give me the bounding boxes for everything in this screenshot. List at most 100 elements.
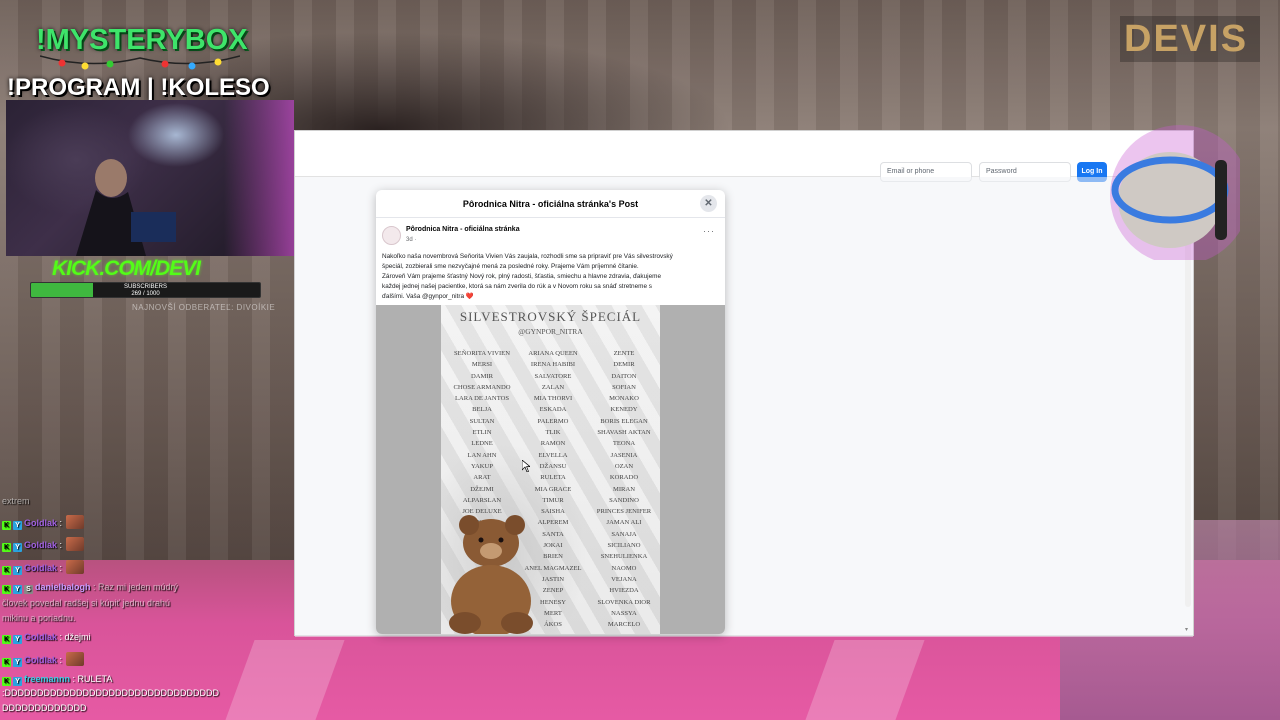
poster-name: LARA DE JANTOS [454,395,510,403]
sub-badge-icon: Y [13,658,22,667]
poster-name: MIA THORVI [533,395,573,403]
poster-name: TIMUR [542,496,564,504]
poster-name: SULTAN [469,417,495,425]
poster-handle: @GYNPOR_NITRA [518,327,583,336]
poster-name: MARCELO [607,621,641,629]
chat-username[interactable]: danielbalogh [35,582,91,592]
chat-text: : [57,518,63,528]
kick-badge-icon: K [2,521,11,530]
chat-username[interactable]: freemannn [24,674,70,684]
poster-name: RAMON [540,440,566,448]
post-text-line: ďalšími. Vaša @gynpor_nitra ❤️ [382,293,474,300]
streamer-head-cam [1110,125,1240,260]
poster-name: SNEHULIENKA [600,553,648,561]
poster-name: MIRAN [613,485,635,493]
poster-name: NAOMO [611,564,637,572]
poster-name: ARAT [473,474,491,482]
poster-name: VEJANA [611,575,637,583]
scroll-down-icon[interactable]: ▾ [1185,627,1191,633]
names-column-3: ZENTE DEMIR DAITON SOFIAN MONAKO KENEDY BORIS … [585,348,660,630]
poster-name: SEÑORITA VIVIEN [454,350,510,357]
chat-username[interactable]: Goldlak [24,518,57,528]
page-avatar[interactable] [382,226,401,245]
poster-name: KORADO [609,474,639,482]
chat-message: K Y Sdanielbalogh : Raz mi jeden múdrý [2,582,178,594]
facebook-topbar: Email or phone Password Log In [295,143,1193,182]
poster-name: ZENTE [613,350,635,357]
post-text-line: Nakoľko naša novembrová Seňorita Vivien … [382,253,673,260]
post-modal: Pôrodnica Nitra - oficiálna stránka's Po… [376,190,725,634]
more-options-icon[interactable]: ··· [703,226,715,236]
chat-text: : [57,655,63,665]
webcam-light [224,100,294,256]
poster-name: ESKADA [539,406,567,414]
sub-badge-icon: Y [13,566,22,575]
chat-message: mikinu a poriadnu. [2,613,76,623]
poster-name: DAMIR [471,372,493,380]
post-author[interactable]: Pôrodnica Nitra - oficiálna stránka [406,226,520,233]
chat-message: K Y Goldlak : džejmi [2,632,91,644]
chat-text: DDDDDDDDDDDDD [2,703,87,713]
chat-message: K Y Goldlak : [2,560,85,575]
kick-badge-icon: K [2,543,11,552]
teddy-bear-image [449,515,533,634]
kick-badge-icon: K [2,677,11,686]
chat-message: K Y Goldlak : [2,537,85,552]
poster-name: ALPARSLAN [462,496,502,504]
chat-username[interactable]: Goldlak [24,655,57,665]
poster-name: SANAJA [611,530,637,538]
post-image[interactable]: SILVESTROVSKÝ ŠPECIÁL @GYNPOR_NITRA SEÑO… [441,305,660,634]
close-icon[interactable]: ✕ [700,195,717,212]
poster-name: KENEDY [610,406,638,414]
chat-text: : RULETA [70,674,113,684]
chat-message: DDDDDDDDDDDDD [2,703,87,713]
chat-username[interactable]: Goldlak [24,563,57,573]
poster-name: TEONA [612,440,636,448]
poster-name: DEMIR [613,361,635,369]
poster-name: PRINCES JENIFER [596,508,652,516]
post-text-line: Zároveň Vám prajeme šťastný Nový rok, pl… [382,273,662,280]
poster-name: JAMAN ALI [606,519,642,527]
chat-message: K Y Goldlak : [2,515,85,530]
post-timestamp[interactable]: 3d · [406,237,416,243]
kick-badge-icon: K [2,658,11,667]
chat-message: K Yfreemannn : RULETA [2,674,112,686]
chat-text: mikinu a poriadnu. [2,613,76,623]
poster-name: BORIS ELEGAN [600,417,648,425]
streamer-webcam [6,100,294,256]
chat-username[interactable]: Goldlak [24,632,57,642]
poster-name: DŽEJMI [470,485,494,493]
kick-badge-icon: K [2,585,11,594]
sub-badge-icon: Y [13,543,22,552]
poster-name: DAITON [611,372,637,380]
chat-text: : [57,563,63,573]
poster-name: HVIEZDA [609,587,639,595]
poster-name: CHOSE ARMANDO [453,383,511,391]
poster-name: SANDINO [609,496,639,504]
latest-subscriber-text: NAJNOVŠÍ ODBERATEĽ: DIVOÍKIE [132,303,276,312]
streamer-silhouette [76,159,176,256]
poster-name: JASENIA [610,451,638,459]
chat-message: extrem [2,496,30,506]
chat-emote-icon [66,515,85,529]
kick-url-text: KICK.COM/DEVI [52,257,201,280]
poster-name: RULETA [540,474,566,482]
poster-name: SALVATORE [534,372,572,380]
poster-name: SHAVASH AKTAN [597,429,651,437]
poster-name: MERSI [471,361,493,369]
subscriber-goal-bar: SUBSCRIBERS 269 / 1000 [30,282,261,298]
post-image-area: SILVESTROVSKÝ ŠPECIÁL @GYNPOR_NITRA SEÑO… [376,305,725,634]
poster-title: SILVESTROVSKÝ ŠPECIÁL [459,309,642,324]
poster-name: ETLIN [472,429,492,437]
poster-name: PALERMO [537,417,569,425]
post-author-row: Pôrodnica Nitra - oficiálna stránka 3d ·… [376,226,725,252]
chat-emote-icon [66,560,85,574]
chat-emote-icon [66,537,85,551]
poster-name: ARIANA QUEEN [528,350,578,357]
sub-badge-icon: Y [13,677,22,686]
brand-logo: DEVIS [1120,16,1260,62]
chat-username[interactable]: Goldlak [24,540,57,550]
chat-emote-icon [66,652,85,666]
chat-message: K Y Goldlak : [2,652,85,667]
chat-text: :DDDDDDDDDDDDDDDDDDDDDDDDDDDDDDDDD [2,688,219,698]
